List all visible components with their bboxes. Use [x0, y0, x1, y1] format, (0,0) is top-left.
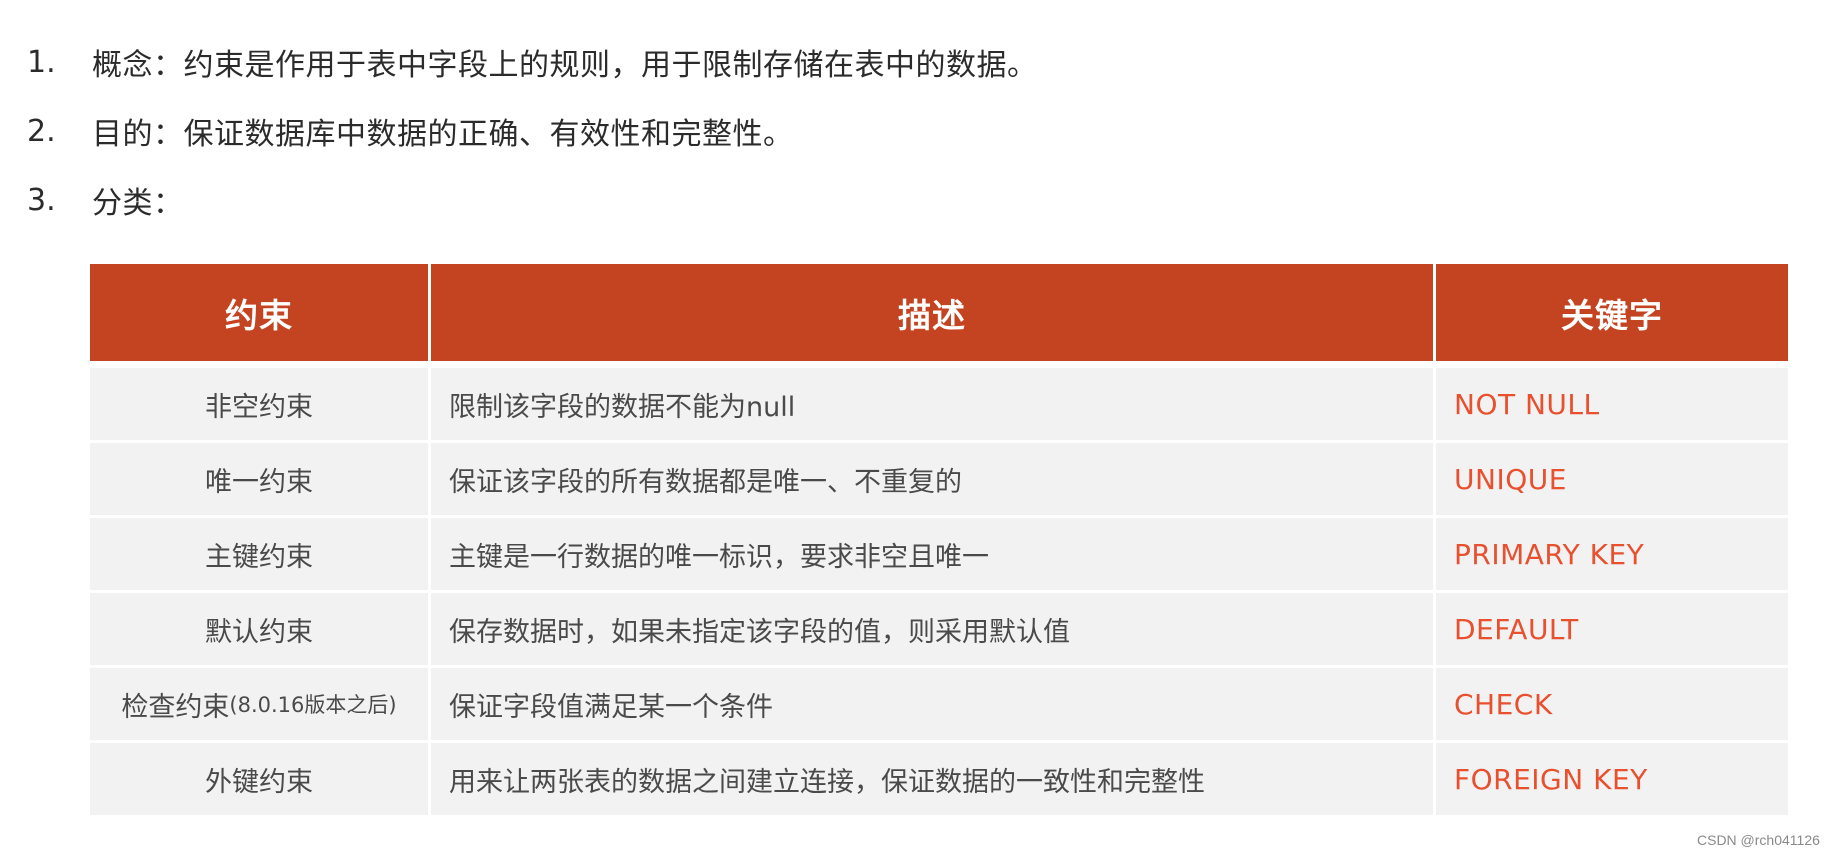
- cell-constraint: 主键约束: [90, 518, 428, 590]
- table-row: 默认约束 保存数据时，如果未指定该字段的值，则采用默认值 DEFAULT: [90, 593, 1788, 665]
- cell-description: 用来让两张表的数据之间建立连接，保证数据的一致性和完整性: [431, 743, 1433, 815]
- header-description: 描述: [431, 264, 1433, 361]
- cell-constraint: 默认约束: [90, 593, 428, 665]
- constraints-table: 约束 描述 关键字 非空约束 限制该字段的数据不能为null NOT NULL …: [90, 264, 1788, 818]
- cell-constraint: 唯一约束: [90, 443, 428, 515]
- cell-constraint: 外键约束: [90, 743, 428, 815]
- cell-description: 保证字段值满足某一个条件: [431, 668, 1433, 740]
- cell-keyword: FOREIGN KEY: [1436, 743, 1788, 815]
- cell-description: 主键是一行数据的唯一标识，要求非空且唯一: [431, 518, 1433, 590]
- cell-constraint: 检查约束 (8.0.16版本之后): [90, 668, 428, 740]
- cell-description: 限制该字段的数据不能为null: [431, 368, 1433, 440]
- constraint-name: 默认约束: [205, 616, 313, 648]
- list-text: 概念：约束是作用于表中字段上的规则，用于限制存储在表中的数据。: [92, 48, 1038, 83]
- table-row: 主键约束 主键是一行数据的唯一标识，要求非空且唯一 PRIMARY KEY: [90, 518, 1788, 590]
- constraint-name: 非空约束: [205, 391, 313, 423]
- cell-keyword: NOT NULL: [1436, 368, 1788, 440]
- table-body: 非空约束 限制该字段的数据不能为null NOT NULL 唯一约束 保证该字段…: [90, 368, 1788, 815]
- list-number: 3.: [27, 182, 56, 218]
- constraint-note: (8.0.16版本之后): [229, 693, 397, 717]
- constraint-name: 唯一约束: [205, 466, 313, 498]
- table-header-row: 约束 描述 关键字: [90, 264, 1788, 361]
- list-number: 2.: [27, 113, 56, 149]
- table-row: 非空约束 限制该字段的数据不能为null NOT NULL: [90, 368, 1788, 440]
- header-keyword: 关键字: [1436, 264, 1788, 361]
- constraint-name: 主键约束: [205, 541, 313, 573]
- table-row: 检查约束 (8.0.16版本之后) 保证字段值满足某一个条件 CHECK: [90, 668, 1788, 740]
- cell-keyword: UNIQUE: [1436, 443, 1788, 515]
- cell-description: 保证该字段的所有数据都是唯一、不重复的: [431, 443, 1433, 515]
- cell-constraint: 非空约束: [90, 368, 428, 440]
- cell-keyword: PRIMARY KEY: [1436, 518, 1788, 590]
- list-text: 目的：保证数据库中数据的正确、有效性和完整性。: [92, 117, 794, 152]
- cell-keyword: CHECK: [1436, 668, 1788, 740]
- header-constraint: 约束: [90, 264, 428, 361]
- list-text: 分类：: [92, 186, 184, 221]
- list-number: 1.: [27, 44, 56, 80]
- watermark: CSDN @rch041126: [1697, 832, 1820, 848]
- cell-description: 保存数据时，如果未指定该字段的值，则采用默认值: [431, 593, 1433, 665]
- table-row: 外键约束 用来让两张表的数据之间建立连接，保证数据的一致性和完整性 FOREIG…: [90, 743, 1788, 815]
- table-row: 唯一约束 保证该字段的所有数据都是唯一、不重复的 UNIQUE: [90, 443, 1788, 515]
- constraint-name: 外键约束: [205, 766, 313, 798]
- cell-keyword: DEFAULT: [1436, 593, 1788, 665]
- constraint-name: 检查约束: [121, 691, 230, 723]
